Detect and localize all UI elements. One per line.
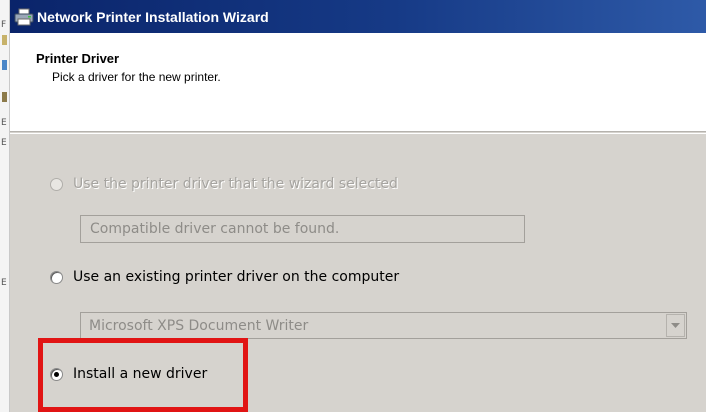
title-bar[interactable]: Network Printer Installation Wizard <box>10 0 706 33</box>
highlight-box <box>38 338 248 412</box>
header-divider <box>10 133 706 134</box>
background-window-text: E <box>1 118 7 128</box>
radio-existing-driver[interactable]: Use an existing printer driver on the co… <box>50 269 399 285</box>
chevron-down-icon <box>671 322 680 328</box>
background-tree-icon <box>2 92 7 102</box>
radio-label: Use the printer driver that the wizard s… <box>73 176 398 192</box>
wizard-dialog: Network Printer Installation Wizard Prin… <box>10 0 706 412</box>
radio-wizard-selected-driver[interactable]: Use the printer driver that the wizard s… <box>50 176 398 192</box>
printer-icon <box>14 8 34 25</box>
wizard-driver-field: Compatible driver cannot be found. <box>80 215 525 243</box>
radio-button[interactable] <box>50 270 63 284</box>
background-app-icon <box>2 60 7 70</box>
window-title: Network Printer Installation Wizard <box>37 8 269 25</box>
wizard-driver-value: Compatible driver cannot be found. <box>90 221 340 237</box>
existing-driver-select[interactable]: Microsoft XPS Document Writer <box>80 312 687 339</box>
background-window-text: E <box>1 138 7 148</box>
dropdown-button[interactable] <box>666 314 685 337</box>
radio-button[interactable] <box>50 177 63 191</box>
background-window-edge: F E E E <box>0 0 10 412</box>
page-title: Printer Driver <box>36 51 120 66</box>
background-window-text: F <box>1 20 7 30</box>
wizard-header: Printer Driver Pick a driver for the new… <box>10 33 706 132</box>
page-subtitle: Pick a driver for the new printer. <box>52 70 221 84</box>
background-window-text: E <box>1 278 7 288</box>
background-folder-icon <box>2 35 7 45</box>
existing-driver-value: Microsoft XPS Document Writer <box>89 317 309 334</box>
radio-label: Use an existing printer driver on the co… <box>73 269 400 285</box>
